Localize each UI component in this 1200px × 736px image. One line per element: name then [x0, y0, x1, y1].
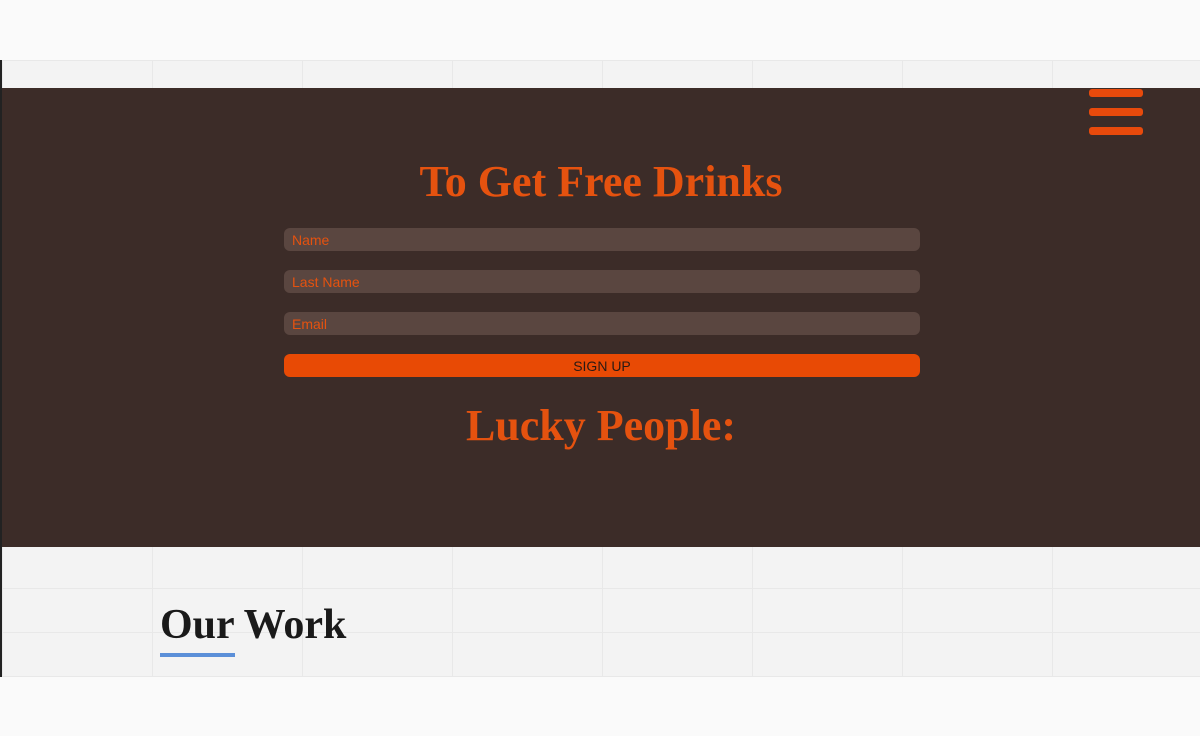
- signup-title: To Get Free Drinks: [419, 157, 783, 206]
- menu-bar-bottom: [1089, 127, 1143, 135]
- menu-bar-middle: [1089, 108, 1143, 116]
- our-work-heading: Our Work: [160, 602, 347, 648]
- signup-panel: To Get Free Drinks SIGN UP Lucky People:: [2, 88, 1200, 547]
- menu-bar-top: [1089, 89, 1143, 97]
- lucky-people-title: Lucky People:: [465, 401, 737, 450]
- heading-underline: [160, 653, 235, 657]
- page-viewport: To Get Free Drinks SIGN UP Lucky People:…: [0, 60, 1200, 677]
- last-name-field[interactable]: [284, 270, 920, 293]
- name-field[interactable]: [284, 228, 920, 251]
- sign-up-button[interactable]: SIGN UP: [284, 354, 920, 377]
- email-field[interactable]: [284, 312, 920, 335]
- menu-button[interactable]: [1089, 88, 1145, 138]
